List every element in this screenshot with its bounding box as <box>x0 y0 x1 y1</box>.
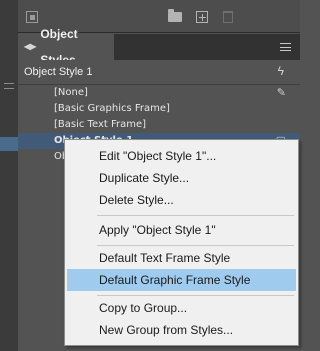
trash-icon[interactable] <box>223 11 233 23</box>
panel-tab-bar: ◀▶ Object Styles <box>18 27 300 67</box>
style-item-label: [Basic Graphics Frame] <box>54 103 170 114</box>
style-item-label: [Basic Text Frame] <box>54 119 147 130</box>
current-style-label: Object Style 1 <box>24 66 93 78</box>
style-item-none[interactable]: [None] ✎ <box>18 85 300 101</box>
new-item-icon[interactable] <box>196 11 208 23</box>
stack-icon[interactable] <box>26 11 38 23</box>
menu-separator <box>97 245 294 246</box>
menu-item-copy-to-group[interactable]: Copy to Group... <box>67 297 296 319</box>
lightning-icon[interactable]: ϟ <box>278 64 284 78</box>
no-edit-icon: ✎ <box>276 86 286 99</box>
menu-item-duplicate-style[interactable]: Duplicate Style... <box>67 167 296 189</box>
menu-item-delete-style[interactable]: Delete Style... <box>67 189 296 211</box>
style-item-label: [None] <box>54 87 88 98</box>
context-menu: Edit "Object Style 1"... Duplicate Style… <box>64 139 299 346</box>
menu-item-default-graphic-frame-style[interactable]: Default Graphic Frame Style <box>67 269 296 291</box>
adjacent-panel-strip <box>0 0 18 351</box>
style-item-basic-graphics-frame[interactable]: [Basic Graphics Frame] <box>18 101 300 117</box>
menu-item-edit-style[interactable]: Edit "Object Style 1"... <box>67 145 296 167</box>
adjacent-selection <box>0 137 18 151</box>
menu-item-default-text-frame-style[interactable]: Default Text Frame Style <box>67 247 296 269</box>
style-item-basic-text-frame[interactable]: [Basic Text Frame] <box>18 117 300 133</box>
menu-item-apply-style[interactable]: Apply "Object Style 1" <box>67 219 296 241</box>
collapse-arrows-icon[interactable]: ◀▶ <box>24 43 36 51</box>
menu-item-new-group-from-styles[interactable]: New Group from Styles... <box>67 319 296 341</box>
menu-separator <box>97 295 294 296</box>
folder-icon[interactable] <box>168 9 182 22</box>
tab-object-styles[interactable]: ◀▶ Object Styles <box>18 27 114 67</box>
menu-separator <box>97 215 294 216</box>
panel-menu-icon[interactable] <box>280 43 291 51</box>
panel-grip-icon <box>4 83 14 89</box>
